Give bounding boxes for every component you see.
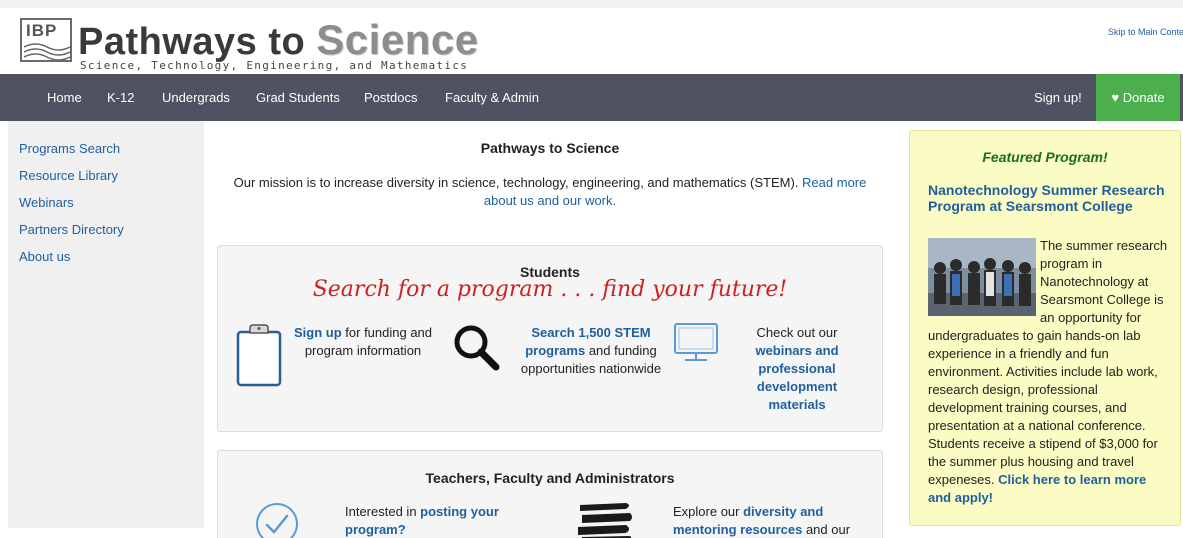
monitor-icon <box>674 323 718 361</box>
featured-program-title-link[interactable]: Nanotechnology Summer Research Program a… <box>928 182 1168 214</box>
students-tagline: Search for a program . . . find your fut… <box>312 277 788 302</box>
checkmark-circle-icon <box>256 503 298 538</box>
logo-title-part: Pathways to <box>78 21 317 63</box>
explore-feature: Explore our diversity and mentoring reso… <box>673 503 858 538</box>
posting-text: Interested in <box>345 504 417 519</box>
logo-subtitle: Science, Technology, Engineering, and Ma… <box>80 59 469 72</box>
page-title: Pathways to Science <box>480 140 620 156</box>
nav-grad-students[interactable]: Grad Students <box>256 74 340 121</box>
nav-faculty-admin[interactable]: Faculty & Admin <box>445 74 539 121</box>
teachers-heading: Teachers, Faculty and Administrators <box>425 470 675 486</box>
mission-text: Our mission is to increase diversity in … <box>233 175 799 190</box>
waves-icon <box>24 43 70 61</box>
ibp-logo-text: IBP <box>26 21 58 40</box>
webinars-link[interactable]: webinars and professional development ma… <box>755 343 838 412</box>
ibp-logo-mark: IBP <box>20 18 72 62</box>
featured-description: The summer research program in Nanotechn… <box>928 237 1168 507</box>
featured-heading: Featured Program! <box>982 149 1108 165</box>
nav-undergrads[interactable]: Undergrads <box>162 74 230 121</box>
sidebar-item-programs-search[interactable]: Programs Search <box>19 141 120 156</box>
donate-button[interactable]: ♥ Donate <box>1096 74 1180 121</box>
heart-icon: ♥ <box>1111 90 1120 105</box>
nav-home[interactable]: Home <box>47 74 82 121</box>
posting-feature: Interested in posting your program? <box>345 503 525 538</box>
books-icon <box>578 503 632 538</box>
explore-text: Explore our <box>673 504 740 519</box>
skip-to-main-link[interactable]: Skip to Main Content <box>1108 27 1183 37</box>
logo-title: Pathways to Science <box>78 16 479 64</box>
signup-feature: Sign up for funding and program informat… <box>288 324 438 360</box>
nav-k12[interactable]: K-12 <box>107 74 134 121</box>
explore-tail: and our <box>805 522 851 537</box>
sidebar-item-resource-library[interactable]: Resource Library <box>19 168 118 183</box>
site-logo[interactable]: IBP Pathways to Science Science, Technol… <box>20 14 478 74</box>
students-panel: Students Search for a program . . . find… <box>217 245 883 432</box>
sidebar-item-partners-directory[interactable]: Partners Directory <box>19 222 124 237</box>
nav-signup[interactable]: Sign up! <box>1034 74 1082 121</box>
clipboard-icon <box>236 324 282 387</box>
site-header: IBP Pathways to Science Science, Technol… <box>0 0 1183 74</box>
donate-label: Donate <box>1122 90 1165 105</box>
webinar-feature: Check out our webinars and professional … <box>745 324 849 414</box>
signup-link[interactable]: Sign up <box>294 325 342 340</box>
logo-title-science: Science <box>316 16 479 63</box>
search-feature: Search 1,500 STEM programs and funding o… <box>508 324 674 378</box>
featured-program-box: Featured Program! Nanotechnology Summer … <box>909 130 1181 526</box>
nav-postdocs[interactable]: Postdocs <box>364 74 417 121</box>
mission-statement: Our mission is to increase diversity in … <box>217 174 883 210</box>
webinar-text: Check out our <box>756 325 838 340</box>
magnifier-icon <box>454 325 500 371</box>
teachers-panel: Teachers, Faculty and Administrators Int… <box>217 450 883 538</box>
left-sidebar: Programs Search Resource Library Webinar… <box>8 121 204 528</box>
sidebar-item-webinars[interactable]: Webinars <box>19 195 74 210</box>
main-nav: Home K-12 Undergrads Grad Students Postd… <box>0 74 1183 121</box>
sidebar-item-about-us[interactable]: About us <box>19 249 70 264</box>
photo-spacer <box>928 237 1040 316</box>
